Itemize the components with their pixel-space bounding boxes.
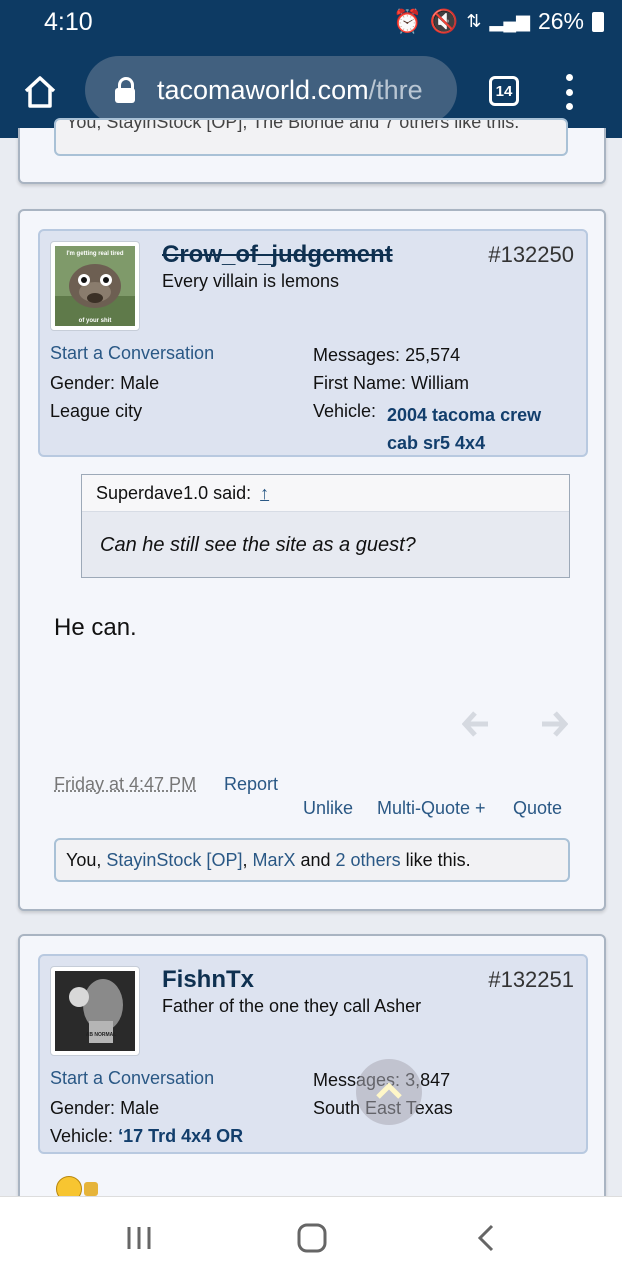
quote-author: Superdave1.0 said: [96, 483, 252, 503]
user-info-box: AB NORMAL FishnTx Father of the one they… [38, 954, 588, 1154]
address-bar[interactable]: tacomaworld.com/thre [85, 56, 457, 124]
avatar[interactable]: I'm getting real tired of your shit [50, 241, 140, 331]
gender-value: Male [120, 373, 160, 393]
avatar-caption-top: I'm getting real tired [66, 251, 123, 257]
post-card: I'm getting real tired of your shit Crow… [18, 209, 606, 911]
gender-value: Male [120, 1098, 160, 1118]
likes-and: and [295, 849, 336, 870]
username-link[interactable]: FishnTx [162, 966, 254, 994]
scroll-to-top-button[interactable] [356, 1059, 422, 1125]
status-bar: 4:10 ⏰ 🔇 ⇅ ▂▄▆ 26% [0, 0, 622, 46]
battery-icon [592, 11, 604, 32]
recent-apps-icon[interactable] [124, 1224, 154, 1252]
multi-quote-link[interactable]: Multi-Quote + [377, 798, 486, 819]
vehicle-label: Vehicle: [50, 1126, 114, 1146]
home-icon[interactable] [22, 74, 58, 110]
previous-post-card: You, StayinStock [OP], The Blonde and 7 … [18, 118, 606, 184]
user-title: Father of the one they call Asher [162, 996, 422, 1016]
likes-separator: , [242, 849, 253, 870]
start-conversation-link[interactable]: Start a Conversation [50, 1068, 214, 1089]
gender-field: Gender: Male [50, 1098, 159, 1119]
home-button-icon[interactable] [296, 1222, 328, 1254]
url-path: /thre [368, 74, 423, 105]
post-number-link[interactable]: #132251 [488, 967, 574, 993]
quote-header: Superdave1.0 said: ↑ [82, 475, 569, 512]
user-title: Every villain is lemons [162, 271, 340, 291]
mute-icon: 🔇 [429, 8, 459, 34]
liker-link[interactable]: StayinStock [OP] [106, 850, 242, 870]
vehicle-label: Vehicle: [313, 401, 377, 421]
first-name-field: First Name: William [313, 373, 469, 394]
first-name-value: William [411, 373, 470, 393]
avatar-caption-bottom: of your shit [79, 318, 112, 324]
gender-label: Gender: [50, 1098, 116, 1118]
back-icon[interactable] [475, 1223, 497, 1253]
gender-label: Gender: [50, 373, 116, 393]
messages-field: Messages: 25,574 [313, 345, 460, 366]
post-number-link[interactable]: #132250 [488, 242, 574, 268]
chevron-up-icon [376, 1082, 402, 1099]
overflow-menu-icon[interactable] [564, 74, 574, 110]
unlike-link[interactable]: Unlike [303, 798, 353, 819]
likes-prefix: You, [66, 849, 107, 870]
battery-percent: 26% [537, 8, 584, 34]
quote-link[interactable]: Quote [513, 798, 562, 819]
quote-text: Can he still see the site as a guest? [100, 534, 416, 556]
gender-field: Gender: Male [50, 373, 159, 394]
post-timestamp[interactable]: Friday at 4:47 PM [54, 774, 196, 795]
start-conversation-link[interactable]: Start a Conversation [50, 343, 214, 364]
alarm-icon: ⏰ [393, 8, 422, 34]
lock-icon [115, 77, 135, 103]
man-avatar-image: AB NORMAL [55, 971, 135, 1051]
url-text: tacomaworld.com/thre [157, 75, 423, 106]
avatar[interactable]: AB NORMAL [50, 966, 140, 1056]
first-name-label: First Name: [313, 373, 407, 393]
likes-text: You, StayinStock [OP], MarX and 2 others… [66, 850, 471, 871]
vehicle-link[interactable]: 2004 tacoma crew cab sr5 4x4 [387, 401, 541, 457]
emu-avatar-image: I'm getting real tired of your shit [55, 246, 135, 326]
quote-jump-arrow-icon[interactable]: ↑ [260, 483, 269, 503]
previous-post-arrow-icon[interactable] [462, 711, 490, 737]
clock: 4:10 [44, 8, 93, 36]
messages-value: 25,574 [405, 345, 461, 365]
post-card: AB NORMAL FishnTx Father of the one they… [18, 934, 606, 1238]
thumbs-up-emoji-icon [84, 1182, 98, 1196]
location-text: League city [50, 401, 143, 421]
signal-icon: ▂▄▆ [489, 11, 530, 31]
previous-likes-text: You, StayinStock [OP], The Blonde and 7 … [66, 118, 520, 132]
vehicle-link[interactable]: ‘17 Trd 4x4 OR [118, 1126, 243, 1146]
vehicle-line-1: 2004 tacoma crew [387, 405, 542, 425]
likes-others-link[interactable]: 2 others [336, 850, 401, 870]
vehicle-line-2: cab sr5 4x4 [387, 433, 486, 453]
report-link[interactable]: Report [224, 774, 278, 795]
next-post-arrow-icon[interactable] [540, 711, 568, 737]
tab-switcher-button[interactable]: 14 [489, 76, 519, 106]
system-navigation-bar [0, 1196, 622, 1280]
user-info-box: I'm getting real tired of your shit Crow… [38, 229, 588, 457]
likes-summary-box: You, StayinStock [OP], MarX and 2 others… [54, 838, 570, 882]
data-icon: ⇅ [466, 11, 482, 31]
previous-likes-box: You, StayinStock [OP], The Blonde and 7 … [54, 118, 568, 156]
vehicle-field: Vehicle: ‘17 Trd 4x4 OR [50, 1126, 243, 1147]
url-domain: tacomaworld.com [157, 74, 369, 105]
likes-suffix: like this. [400, 849, 471, 870]
messages-label: Messages: [313, 345, 401, 365]
post-body: He can. [54, 614, 137, 641]
avatar-badge-text: AB NORMAL [86, 1032, 117, 1038]
liker-link[interactable]: MarX [252, 850, 295, 870]
quote-block: Superdave1.0 said: ↑ Can he still see th… [81, 474, 570, 578]
status-icons: ⏰ 🔇 ⇅ ▂▄▆ 26% [393, 8, 604, 35]
username-link[interactable]: Crow_of_judgement [162, 241, 393, 269]
